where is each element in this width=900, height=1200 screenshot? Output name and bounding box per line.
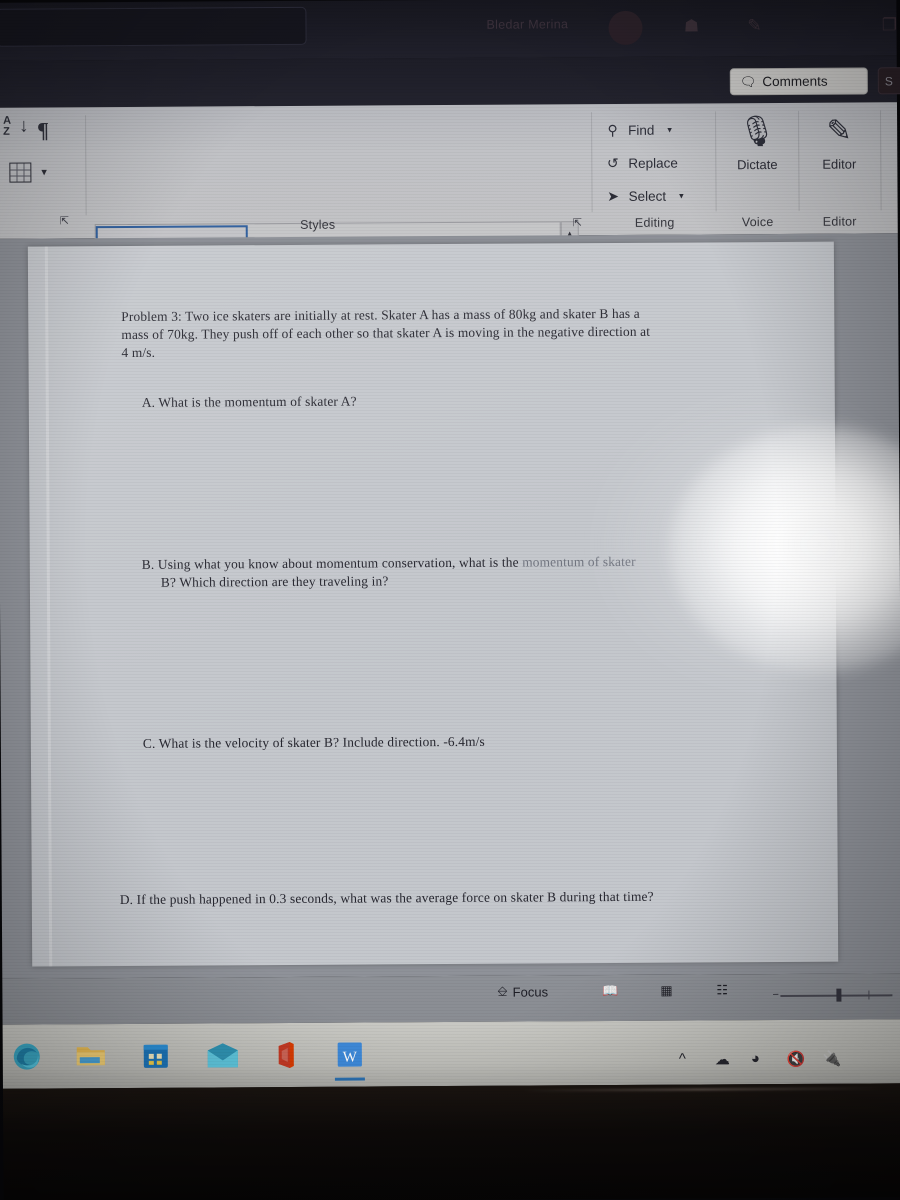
tray-wifi-icon[interactable]: ◕	[751, 1050, 760, 1067]
taskbar-app-file-explorer[interactable]	[71, 1036, 111, 1076]
tray-show-hidden-icon[interactable]: ^	[679, 1051, 686, 1068]
comment-bubble-icon: 🗨	[739, 74, 757, 90]
screen-glare-halo	[588, 391, 900, 694]
read-mode-button[interactable]: 📖	[602, 983, 618, 999]
dictate-button[interactable]: 🎙 Dictate	[720, 109, 795, 193]
question-b-text-faded: momentum of skater	[522, 553, 636, 570]
replace-label: Replace	[628, 155, 678, 171]
editor-button[interactable]: ✎ Editor	[802, 108, 877, 192]
problem-heading-line3: 4 m/s.	[121, 344, 156, 361]
account-name: Bledar Merina	[486, 17, 569, 32]
screen-glare	[668, 425, 900, 673]
svg-text:W: W	[343, 1050, 358, 1066]
group-divider	[798, 110, 800, 211]
taskbar-app-word[interactable]: W	[330, 1034, 370, 1074]
question-d: D. If the push happened in 0.3 seconds, …	[119, 888, 654, 908]
zoom-slider[interactable]: −	[772, 988, 893, 1002]
microphone-icon: 🎙	[737, 114, 777, 149]
editor-label: Editor	[822, 156, 857, 172]
editor-group-label: Editor	[822, 214, 857, 229]
sort-ascending-icon[interactable]: A Z ↓	[3, 115, 29, 146]
borders-icon[interactable]	[9, 162, 32, 183]
windows-taskbar: W ^ ☁ ◕ 🔇 🔌 10:0 2/20	[2, 1019, 900, 1089]
restore-icon[interactable]: ❐	[876, 12, 900, 38]
problem-heading-line2: mass of 70kg. They push off of each othe…	[121, 323, 651, 343]
question-a: A. What is the momentum of skater A?	[141, 393, 357, 410]
search-input[interactable]	[0, 6, 307, 47]
comments-button-label: Comments	[762, 73, 828, 90]
question-b-text: B. Using what you know about momentum co…	[141, 554, 523, 572]
search-icon: ⚲	[607, 121, 618, 138]
select-button[interactable]: ➤ Select ▾	[604, 181, 684, 211]
select-label: Select	[628, 188, 667, 204]
pen-icon[interactable]: ✎	[741, 13, 767, 39]
share-button-label: S	[884, 73, 893, 88]
sort-arrow-icon: ↓	[19, 115, 29, 137]
find-button[interactable]: ⚲ Find ▾	[604, 115, 672, 145]
comments-button[interactable]: 🗨 Comments	[729, 67, 868, 96]
tray-battery-charging-icon[interactable]: 🔌	[823, 1050, 842, 1068]
taskbar-app-mail[interactable]	[203, 1035, 243, 1075]
document-canvas[interactable]: Problem 3: Two ice skaters are initially…	[0, 233, 900, 979]
styles-dialog-launcher[interactable]: ⇱	[573, 216, 582, 229]
replace-button[interactable]: ↺ Replace	[604, 148, 678, 178]
group-divider	[85, 115, 87, 216]
taskbar-app-microsoft-store[interactable]	[136, 1036, 176, 1076]
find-label: Find	[628, 122, 655, 138]
screen-content: Bledar Merina ☗ ✎ ❐ 🗨 Comments S A Z ↓ ¶ ▾…	[0, 0, 900, 1200]
document-page[interactable]: Problem 3: Two ice skaters are initially…	[27, 241, 900, 967]
select-chevron-down-icon[interactable]: ▾	[679, 190, 684, 201]
tray-volume-muted-icon[interactable]: 🔇	[787, 1050, 806, 1068]
group-divider	[880, 110, 882, 211]
voice-group-label: Voice	[741, 215, 774, 230]
group-divider	[715, 111, 717, 212]
print-layout-icon: ▦	[660, 982, 673, 998]
ribbon: AZ↓ ¶ ▾ ⇱ Normal No Spacing Heading 1 ▲ …	[0, 102, 898, 301]
word-icon: W	[337, 1042, 362, 1067]
office-icon	[278, 1041, 294, 1068]
focus-mode-icon: ⎒	[497, 983, 508, 999]
focus-mode-button[interactable]: ⎒ Focus	[497, 983, 548, 999]
replace-icon: ↺	[606, 154, 619, 171]
file-explorer-icon	[76, 1047, 105, 1066]
microsoft-store-icon	[143, 1044, 168, 1068]
dictate-label: Dictate	[737, 156, 778, 173]
show-formatting-marks-icon[interactable]: ¶	[37, 117, 49, 143]
editor-pencil-icon: ✎	[826, 114, 852, 148]
laptop-screen-photo: Bledar Merina ☗ ✎ ❐ 🗨 Comments S A Z ↓ ¶ ▾…	[0, 0, 900, 1200]
paragraph-dialog-launcher[interactable]: ⇱	[60, 214, 69, 227]
read-mode-icon: 📖	[602, 982, 619, 999]
styles-group-label: Styles	[300, 217, 336, 232]
laptop-bezel	[2, 1083, 900, 1200]
page-left-edge	[44, 246, 53, 967]
zoom-slider-knob[interactable]	[836, 988, 842, 1002]
ribbon-display-options-icon[interactable]: ☗	[678, 13, 704, 39]
web-layout-icon: ☷	[716, 982, 729, 998]
borders-chevron-down-icon[interactable]: ▾	[41, 165, 47, 178]
web-layout-button[interactable]: ☷	[716, 982, 728, 998]
word-status-bar: ⎒ Focus 📖 ▦ ☷ −	[2, 973, 900, 1025]
word-title-bar: Bledar Merina ☗ ✎ ❐	[0, 0, 897, 61]
question-b-line2: B? Which direction are they traveling in…	[160, 573, 389, 590]
editing-group-label: Editing	[634, 215, 675, 230]
avatar[interactable]	[608, 10, 643, 46]
question-c: C. What is the velocity of skater B? Inc…	[142, 733, 485, 751]
print-layout-button[interactable]: ▦	[660, 983, 672, 999]
find-chevron-down-icon[interactable]: ▾	[667, 124, 672, 135]
taskbar-app-edge[interactable]	[7, 1036, 47, 1076]
select-cursor-icon: ➤	[607, 187, 619, 204]
group-divider	[591, 112, 593, 213]
tray-onedrive-icon[interactable]: ☁	[715, 1050, 730, 1068]
edge-icon	[13, 1043, 40, 1070]
taskbar-app-office[interactable]	[266, 1035, 306, 1075]
zoom-slider-tick	[868, 990, 870, 1000]
share-button[interactable]: S	[877, 67, 900, 95]
zoom-out-button[interactable]: −	[772, 989, 779, 1001]
focus-label: Focus	[512, 983, 549, 1000]
mail-icon	[207, 1043, 238, 1068]
